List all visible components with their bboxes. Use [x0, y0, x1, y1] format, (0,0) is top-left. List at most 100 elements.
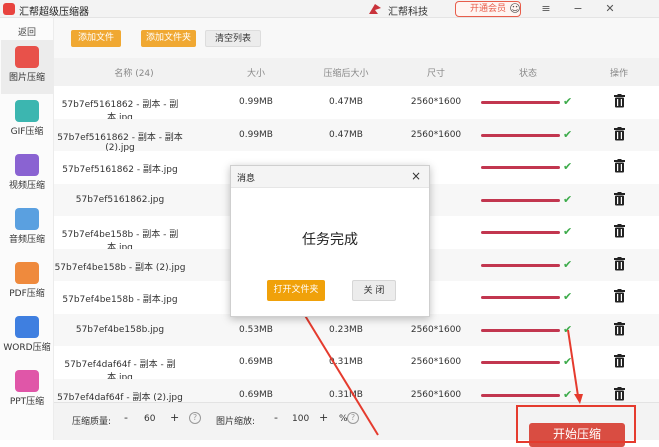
trash-icon[interactable]	[614, 386, 625, 401]
user-icon[interactable]: ☺	[508, 2, 522, 15]
app-logo-icon	[3, 3, 15, 15]
menu-icon[interactable]: ≡	[539, 2, 553, 15]
quality-plus-button[interactable]: +	[170, 411, 179, 424]
compressed-size: 0.47MB	[329, 129, 363, 140]
table-row[interactable]: 57b7ef5161862 - 副本 - 副本 (2).jpg 0.99MB 0.4…	[54, 118, 659, 153]
col-dimensions-header: 尺寸	[426, 69, 445, 79]
progress-bar	[481, 198, 560, 202]
file-name: 57b7ef4daf64f - 副本 (2).jpg	[57, 392, 183, 403]
title-bar: 汇帮超级压缩器 汇帮科技 开通会员 ☺ ≡ − ✕	[0, 0, 659, 18]
add-folder-button[interactable]: 添加文件夹	[141, 30, 196, 47]
check-icon: ✔	[563, 225, 573, 238]
brand-logo-icon	[369, 4, 381, 14]
dialog-title: 消息	[237, 174, 256, 184]
dialog-header: 消息 ×	[231, 166, 429, 188]
progress-bar	[481, 231, 560, 234]
open-folder-button[interactable]: 打开文件夹	[267, 280, 325, 301]
sidebar-item-gif[interactable]: GIF压缩	[1, 94, 53, 148]
file-size: 0.69MB	[239, 389, 273, 400]
check-icon: ✔	[563, 355, 573, 368]
sidebar-item-ppt[interactable]: PPT压缩	[1, 364, 53, 418]
image-compress-icon	[15, 46, 39, 68]
trash-icon[interactable]	[614, 191, 625, 206]
progress-bar	[481, 328, 560, 332]
dialog-close-button[interactable]: 关 闭	[352, 280, 396, 301]
progress-bar	[481, 361, 560, 364]
table-row[interactable]: 57b7ef4daf64f - 副本 - 副本.jpg0.69MB0.31MB2…	[54, 346, 659, 383]
quality-minus-button[interactable]: -	[124, 411, 128, 424]
sidebar-item-image[interactable]: 图片压缩	[1, 40, 53, 94]
file-name: 57b7ef4be158b - 副本.jpg	[62, 295, 178, 305]
quality-help-icon[interactable]: ?	[189, 412, 201, 424]
table-row[interactable]: 57b7ef4be158b.jpg 0.53MB 0.23MB 2560*1600 ✔	[54, 313, 659, 346]
trash-icon[interactable]	[614, 256, 625, 271]
close-window-icon[interactable]: ✕	[603, 2, 617, 15]
clear-list-button[interactable]: 清空列表	[205, 30, 261, 47]
video-compress-icon	[15, 154, 39, 176]
image-dimensions: 2560*1600	[410, 357, 462, 367]
check-icon: ✔	[563, 387, 573, 401]
trash-icon[interactable]	[614, 289, 625, 303]
highlight-box	[516, 405, 636, 443]
file-name: 57b7ef5161862 - 副本 - 副本 (2).jpg	[57, 132, 183, 153]
word-compress-icon	[15, 316, 39, 338]
toolbar: 添加文件 添加文件夹 清空列表	[54, 18, 659, 58]
sidebar: 返回 图片压缩 GIF压缩 视频压缩 音频压缩 PDF压缩 WORD压缩 PPT…	[0, 18, 54, 440]
add-file-button[interactable]: 添加文件	[71, 30, 121, 47]
sidebar-item-video[interactable]: 视频压缩	[1, 148, 53, 202]
check-icon: ✔	[563, 95, 573, 108]
trash-icon[interactable]	[614, 159, 625, 173]
progress-bar	[481, 166, 560, 169]
scale-plus-button[interactable]: +	[319, 411, 328, 424]
col-actions-header: 操作	[609, 69, 628, 79]
image-dimensions: 2560*1600	[410, 324, 462, 335]
progress-bar	[481, 296, 560, 299]
col-size-header: 大小	[246, 69, 265, 79]
audio-compress-icon	[15, 208, 39, 230]
back-button[interactable]: 返回	[0, 25, 54, 38]
col-name-header[interactable]: 名称 (24)	[54, 66, 214, 79]
sidebar-item-word[interactable]: WORD压缩	[1, 310, 53, 364]
file-size: 0.99MB	[239, 129, 273, 140]
sidebar-item-label: 音频压缩	[8, 235, 45, 245]
gif-compress-icon	[15, 100, 39, 122]
scale-help-icon[interactable]: ?	[347, 412, 359, 424]
file-size: 0.53MB	[239, 324, 273, 335]
progress-bar	[481, 393, 560, 397]
sidebar-item-pdf[interactable]: PDF压缩	[1, 256, 53, 310]
trash-icon[interactable]	[614, 354, 625, 368]
check-icon: ✔	[563, 192, 573, 206]
brand-name: 汇帮科技	[388, 7, 428, 18]
compressed-size: 0.47MB	[329, 97, 363, 107]
trash-icon[interactable]	[614, 94, 625, 108]
file-name: 57b7ef4be158b - 副本 (2).jpg	[54, 262, 186, 273]
check-icon: ✔	[563, 127, 573, 141]
sidebar-item-label: 视频压缩	[8, 181, 45, 191]
file-name: 57b7ef4be158b.jpg	[75, 324, 165, 335]
progress-bar	[481, 263, 560, 267]
check-icon: ✔	[563, 322, 573, 336]
scale-value[interactable]: 100	[292, 414, 309, 424]
quality-label: 压缩质量:	[72, 417, 112, 427]
check-icon: ✔	[563, 257, 573, 271]
compressed-size: 0.31MB	[329, 389, 363, 400]
trash-icon[interactable]	[614, 224, 625, 238]
file-name: 57b7ef5161862.jpg	[75, 194, 165, 205]
col-compressed-size-header: 压缩后大小	[323, 69, 369, 79]
file-size: 0.69MB	[239, 357, 273, 367]
table-header: 名称 (24) 大小 压缩后大小 尺寸 状态 操作	[54, 58, 659, 86]
quality-value[interactable]: 60	[144, 414, 155, 424]
image-dimensions: 2560*1600	[410, 389, 462, 400]
trash-icon[interactable]	[614, 321, 625, 336]
trash-icon[interactable]	[614, 126, 625, 141]
table-row[interactable]: 57b7ef5161862 - 副本 - 副本.jpg0.99MB0.47MB2…	[54, 86, 659, 123]
sidebar-item-audio[interactable]: 音频压缩	[1, 202, 53, 256]
scale-minus-button[interactable]: -	[274, 411, 278, 424]
sidebar-item-label: 图片压缩	[8, 73, 45, 83]
file-size: 0.99MB	[239, 97, 273, 107]
image-dimensions: 2560*1600	[410, 97, 462, 107]
ppt-compress-icon	[15, 370, 39, 392]
dialog-close-icon[interactable]: ×	[411, 169, 421, 183]
minimize-icon[interactable]: −	[571, 2, 585, 15]
check-icon: ✔	[563, 290, 573, 303]
